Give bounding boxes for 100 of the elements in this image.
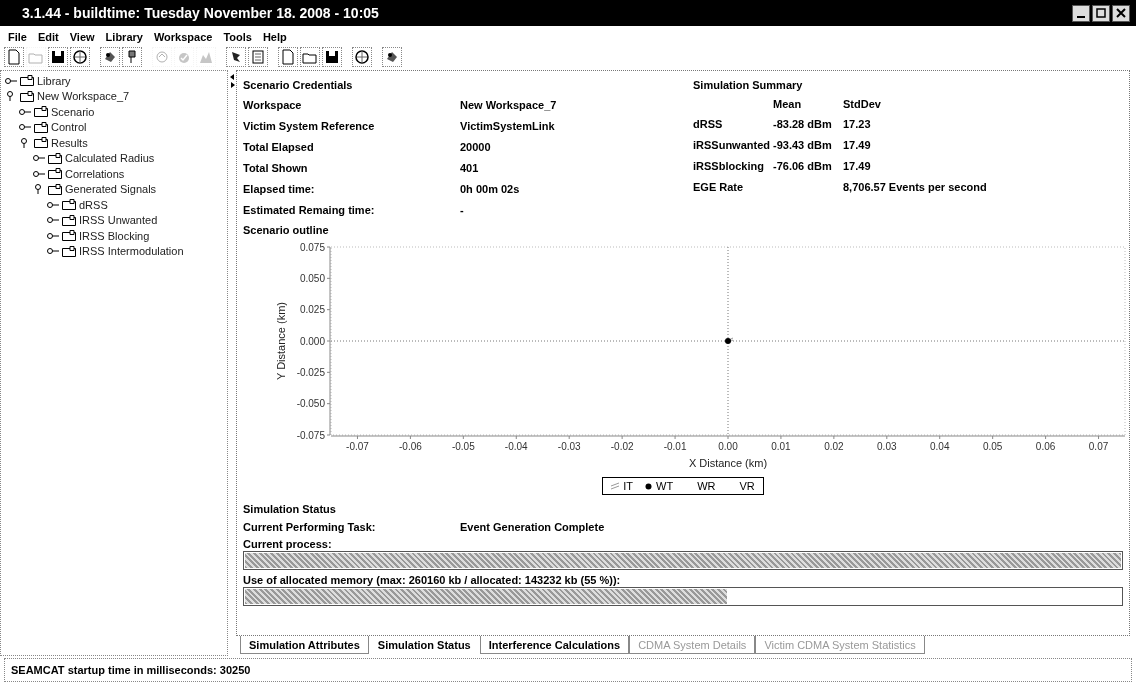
tick-label: 0.075 (299, 241, 325, 253)
table-cell: 17.49 (843, 159, 871, 172)
row-label: iRSSunwanted (693, 138, 771, 151)
toolbar-button[interactable] (100, 47, 120, 67)
toolbar-button[interactable] (48, 47, 68, 67)
tick-label: 0.05 (982, 441, 1003, 452)
table-cell: 17.49 (843, 138, 871, 151)
tool-icon (6, 49, 22, 65)
collapsed-handle-icon[interactable] (5, 75, 17, 86)
table-cell-text: -83.28 dBm (773, 117, 833, 130)
tree-item[interactable]: IRSS Blocking (79, 229, 150, 242)
field-label: Use of allocated memory (max: 260160 kb / allocated: 143232 kb (55 %)): (243, 572, 622, 587)
section-title: Scenario outline (243, 222, 330, 238)
menu-item[interactable]: Edit (37, 31, 59, 43)
field-value: 20000 (460, 140, 491, 153)
folder-icon (34, 106, 48, 118)
table-cell-text: -76.06 dBm (773, 159, 833, 172)
tree-item[interactable]: Calculated Radius (65, 152, 155, 165)
collapsed-handle-icon[interactable] (19, 106, 31, 117)
menu-item[interactable]: View (69, 31, 95, 43)
tab[interactable]: Simulation Attributes (240, 636, 369, 654)
tick-label: 0.025 (299, 304, 325, 316)
tree-item[interactable]: New Workspace_7 (37, 90, 130, 103)
field-label: Current Performing Task: (243, 521, 377, 533)
toolbar-button[interactable] (122, 47, 142, 67)
row-label: iRSSblocking (693, 159, 765, 172)
tool-icon (324, 49, 340, 65)
toolbar-button[interactable] (352, 47, 372, 67)
tree-item[interactable]: Library (37, 74, 71, 87)
folder-icon (62, 199, 76, 211)
field-label: Total Elapsed (243, 140, 315, 153)
legend-label: WT (656, 480, 674, 492)
column-header: StdDev (843, 97, 881, 110)
tool-icon (280, 49, 296, 65)
table-cell-text: -93.43 dBm (773, 138, 833, 151)
folder-icon (62, 214, 76, 226)
folder-icon (48, 183, 62, 195)
toolbar-button[interactable] (70, 47, 90, 67)
menu-item[interactable]: Library (105, 31, 143, 43)
tree-item[interactable]: Correlations (65, 167, 125, 180)
tree-item[interactable]: dRSS (79, 198, 108, 211)
folder-icon (62, 230, 76, 242)
collapsed-handle-icon[interactable] (47, 246, 59, 257)
folder-icon (62, 245, 76, 257)
tick-label: 0.03 (877, 441, 897, 452)
menu-item[interactable]: Workspace (153, 31, 213, 43)
tree-item[interactable]: Control (51, 121, 87, 134)
tree-item[interactable]: Generated Signals (65, 183, 157, 196)
tick-label: -0.04 (504, 441, 528, 452)
toolbar-button[interactable] (226, 47, 246, 67)
menu-item[interactable]: Help (262, 31, 287, 43)
row-label: EGE Rate (693, 180, 745, 193)
tool-icon (50, 49, 66, 65)
tree-item[interactable]: IRSS Intermodulation (79, 245, 184, 258)
tick-label: 0.04 (930, 441, 950, 452)
status-text: SEAMCAT startup time in milliseconds: 30250 (11, 664, 251, 676)
collapsed-handle-icon[interactable] (33, 168, 45, 179)
row-label: dRSS (693, 117, 724, 130)
field-label: Workspace (243, 98, 303, 111)
maximize-button[interactable] (1092, 4, 1110, 22)
tick-label: -0.05 (451, 441, 475, 452)
tick-label: -0.07 (346, 441, 369, 452)
field-label: Elapsed time: (243, 182, 316, 195)
menu-item[interactable]: Tools (223, 31, 252, 43)
collapsed-handle-icon[interactable] (47, 199, 59, 210)
tick-label: 0.02 (824, 441, 844, 452)
minimize-button[interactable] (1072, 4, 1090, 22)
field-value: New Workspace_7 (460, 98, 557, 111)
tick-label: 0.01 (771, 441, 791, 452)
table-cell: 8,706.57 Events per second (843, 180, 987, 193)
tick-label: 0.00 (718, 441, 738, 452)
tab[interactable]: Interference Calculations (479, 636, 630, 654)
collapsed-handle-icon[interactable] (33, 153, 45, 164)
menu-item[interactable]: File (8, 31, 27, 43)
tree-item[interactable]: Scenario (51, 105, 95, 118)
tick-label: 0.050 (299, 272, 325, 284)
tree-item[interactable]: IRSS Unwanted (79, 214, 158, 227)
toolbar-button[interactable] (322, 47, 342, 67)
field-value: Event Generation Complete (460, 521, 605, 533)
toolbar-button[interactable] (382, 47, 402, 67)
tick-label: 0.07 (1088, 441, 1109, 452)
folder-icon (20, 75, 34, 87)
close-button[interactable] (1112, 4, 1130, 22)
field-value: VictimSystemLink (460, 119, 555, 132)
folder-icon (34, 121, 48, 133)
dot-marker-icon (645, 482, 653, 490)
x-axis-label: X Distance (km) (688, 457, 768, 469)
hatch-marker-icon (611, 482, 620, 490)
field-label: Total Shown (243, 161, 309, 174)
collapsed-handle-icon[interactable] (19, 122, 31, 133)
tool-icon (72, 49, 88, 65)
column-header: Mean (773, 97, 803, 110)
table-cell: 17.23 (843, 117, 871, 130)
tree-item[interactable]: Results (51, 136, 88, 149)
collapsed-handle-icon[interactable] (47, 215, 59, 226)
tick-label: -0.075 (296, 429, 325, 441)
collapsed-handle-icon[interactable] (47, 230, 59, 241)
tick-label: 0.000 (299, 335, 325, 347)
field-value: - (460, 203, 464, 216)
legend-label: WR (697, 480, 716, 492)
